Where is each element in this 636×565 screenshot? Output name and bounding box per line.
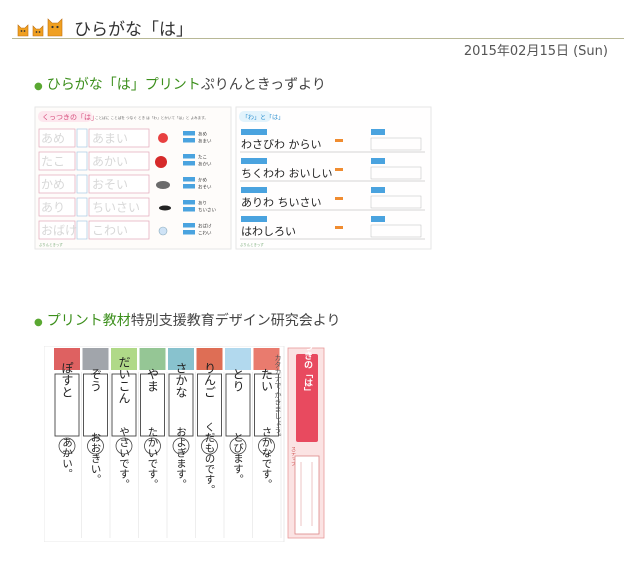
source-text: ぷりんときっずより <box>200 77 326 93</box>
answer-tag <box>183 230 195 235</box>
sentence-text: ありわ ちいさい <box>241 196 322 209</box>
grid-cell-particle <box>76 128 88 148</box>
answer-tag <box>183 138 195 143</box>
grid-word: あり <box>41 201 65 215</box>
answer-tag <box>183 207 195 212</box>
predicate-text: さかなです。 <box>261 427 273 490</box>
source-text: 特別支援教育デザイン研究会より <box>130 313 341 329</box>
answer-word: おばけ <box>198 223 212 230</box>
sentence-text: わさびわ からい <box>241 138 322 151</box>
grid-adjective: おそい <box>92 178 128 192</box>
sentence-tag <box>371 129 385 135</box>
predicate-text: あかい。 <box>61 437 73 479</box>
bullet-icon: ● <box>34 317 43 328</box>
particle-ha-worksheet-image[interactable]: ぽすとあかい。 ぞうおおきい。 だいこんやさいです。 やまたかいです。 さかなおよぎます… <box>44 346 326 542</box>
predicate-text: たかいです。 <box>147 427 159 490</box>
arrow-mark <box>335 139 343 142</box>
sentence-tag <box>371 187 385 193</box>
sentence-text: ちくわわ おいしい <box>241 167 333 180</box>
grid-cell-particle <box>76 151 88 171</box>
answer-adjective: あかい <box>198 161 212 168</box>
answer-tag <box>183 177 195 182</box>
word-text: だいこん <box>117 356 131 404</box>
right-tag: ぷりんときっず <box>240 242 264 247</box>
sentence-tag <box>371 216 385 222</box>
side-title: くっつきの「は」 <box>302 346 313 396</box>
predicate-text: やさいです。 <box>118 427 130 490</box>
sentence-tag <box>371 158 385 164</box>
post-date: 2015年02月15日 (Sun) <box>463 44 608 59</box>
answer-word: かめ <box>198 177 207 184</box>
arrow-mark <box>335 226 343 229</box>
answer-adjective: こわい <box>198 230 212 237</box>
predicate-text: くだものです。 <box>204 421 216 495</box>
right-sheet-header: 「わ」と「は」 <box>242 115 284 122</box>
grid-word: たこ <box>41 155 65 169</box>
grid-adjective: あまい <box>92 132 128 146</box>
word-text: とり <box>231 368 245 392</box>
answer-adjective: ちいさい <box>198 207 216 214</box>
word-text: ぞう <box>89 368 103 392</box>
entry-header: ひらがな「は」 <box>12 10 624 40</box>
grid-word: おばけ <box>41 224 77 238</box>
left-sheet-header: くっつきの「は」 <box>42 114 98 122</box>
grid-cell-particle <box>76 220 88 240</box>
answer-tag <box>183 184 195 189</box>
grid-word: あめ <box>41 132 65 146</box>
predicate-text: およぎます。 <box>175 427 187 490</box>
word-picture <box>82 348 109 370</box>
grid-word: かめ <box>41 178 65 192</box>
answer-adjective: おそい <box>198 184 212 191</box>
arrow-mark <box>335 168 343 171</box>
word-text: ぽすと <box>60 362 74 398</box>
answer-word: あり <box>198 201 207 207</box>
bullet-icon: ● <box>34 81 43 92</box>
sentence-tag <box>241 129 267 135</box>
answer-tag <box>183 161 195 166</box>
arrow-mark <box>335 197 343 200</box>
predicate-text: おおきい。 <box>90 432 102 485</box>
side-instruction: カタカナで かきましょう。 <box>274 354 282 440</box>
hiragana-grid: あめ あまいたこ あかいかめ おそいあり ちいさいおばけ こわい <box>38 128 150 240</box>
grid-adjective: こわい <box>92 224 128 238</box>
sentence-tag <box>241 158 267 164</box>
answer-tag <box>183 200 195 205</box>
sentence-text: はわしろい <box>241 225 296 238</box>
answer-word: たこ <box>198 155 207 161</box>
hiragana-worksheet-image[interactable]: くっつきの「は」 ことばに ことばを つなぐ とき は「わ」とかいて「は」と よ… <box>33 105 433 252</box>
print-link[interactable]: ひらがな「は」プリント <box>47 77 201 93</box>
answer-adjective: あまい <box>198 139 212 145</box>
grid-cell-particle <box>76 174 88 194</box>
answer-tag <box>183 223 195 228</box>
predicate-text: とびます。 <box>232 432 244 485</box>
page-title: ひらがな「は」 <box>74 20 193 40</box>
cat-mascots-icon <box>17 18 63 37</box>
grid-adjective: ちいさい <box>92 201 140 215</box>
section-title-1: ● ひらがな「は」プリントぷりんときっずより <box>34 74 326 94</box>
word-text: たい <box>260 368 274 392</box>
answer-tag <box>183 154 195 159</box>
word-text: さかな <box>174 362 188 398</box>
answer-tag <box>183 131 195 136</box>
sentence-tag <box>241 187 267 193</box>
word-text: りんご <box>203 362 217 398</box>
sentence-tag <box>241 216 267 222</box>
teaching-material-link[interactable]: プリント教材 <box>47 313 131 329</box>
grid-adjective: あかい <box>92 155 128 169</box>
word-picture <box>225 348 251 370</box>
left-instruction: ことばに ことばを つなぐ とき は「わ」とかいて「は」と よみます。 <box>95 115 208 120</box>
word-text: やま <box>146 368 160 392</box>
word-picture <box>139 348 166 370</box>
grid-cell-particle <box>76 197 88 217</box>
left-tag: ぷりんときっず <box>39 242 63 247</box>
section-title-2: ● プリント教材特別支援教育デザイン研究会より <box>34 310 340 330</box>
answer-word: あめ <box>198 132 207 138</box>
